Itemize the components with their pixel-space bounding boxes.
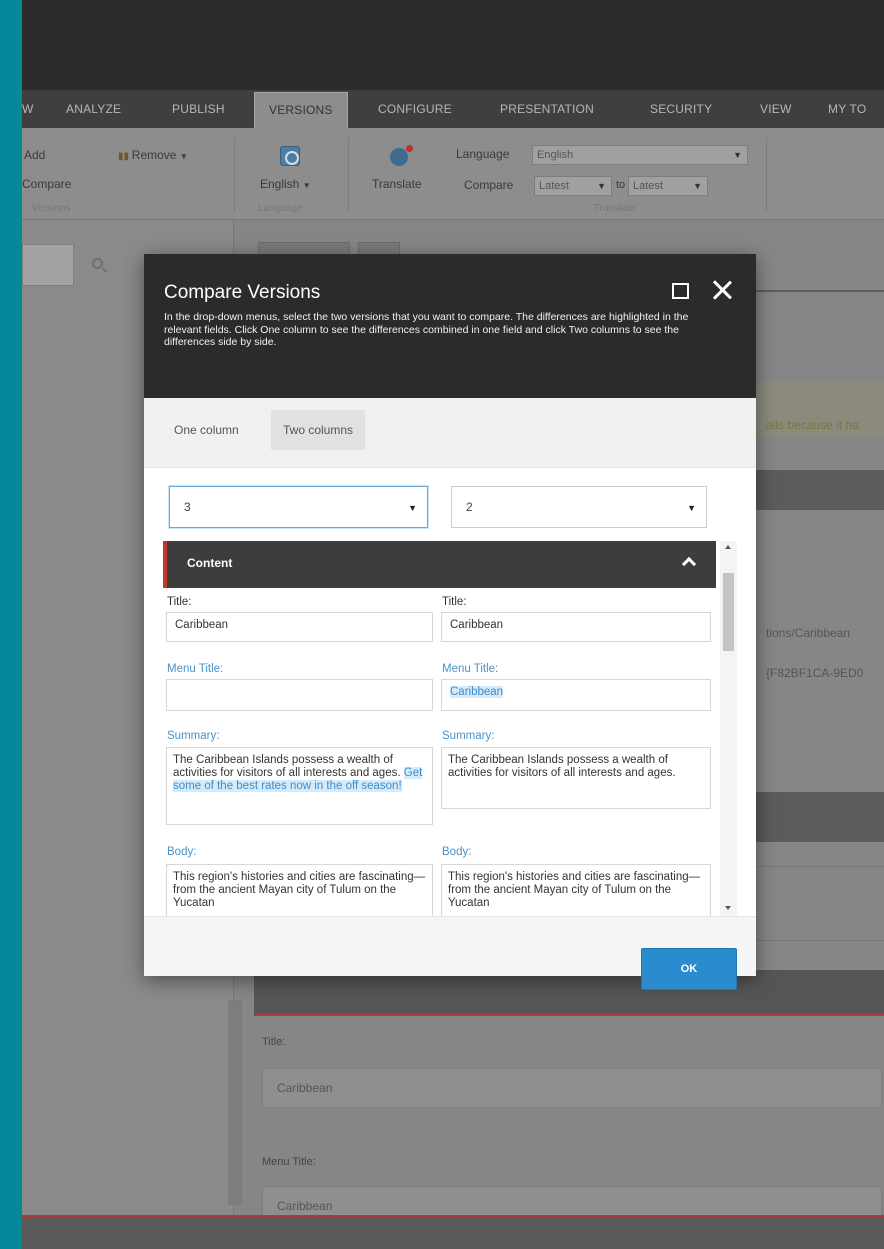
search-icon[interactable] [92, 258, 103, 269]
dialog-header: Compare Versions In the drop-down menus,… [144, 254, 756, 398]
left-summary-text: The Caribbean Islands possess a wealth o… [173, 754, 401, 779]
section-title: Content [187, 556, 233, 570]
tab-analyze[interactable]: ANALYZE [66, 90, 121, 128]
compare-field-label: Compare [464, 178, 514, 192]
left-accent-bar [0, 0, 22, 1249]
left-summary-label: Summary: [167, 730, 220, 742]
tab-review[interactable]: W [22, 90, 34, 128]
left-title-field[interactable]: Caribbean [166, 612, 433, 642]
left-summary-field[interactable]: The Caribbean Islands possess a wealth o… [166, 747, 433, 825]
compare-versions-dialog: Compare Versions In the drop-down menus,… [144, 254, 756, 990]
bg-menu-title-label: Menu Title: [262, 1156, 316, 1168]
versions-group-caption: Versions [32, 203, 71, 214]
chevron-down-icon: ▼ [302, 181, 311, 190]
content-section-header[interactable]: Content [163, 541, 716, 588]
ribbon-tabs: W ANALYZE PUBLISH VERSIONS CONFIGURE PRE… [22, 90, 884, 128]
chevron-down-icon: ▼ [687, 503, 696, 513]
tab-configure[interactable]: CONFIGURE [378, 90, 452, 128]
tab-view[interactable]: VIEW [760, 90, 791, 128]
tab-two-columns[interactable]: Two columns [271, 410, 366, 450]
compare-from-select[interactable]: Latest ▼ [534, 176, 612, 196]
right-menu-title-label: Menu Title: [442, 663, 499, 675]
left-body-field[interactable]: This region's histories and cities are f… [166, 864, 433, 916]
item-id-text: {F82BF1CA-9ED0 [766, 666, 864, 680]
add-button[interactable]: Add [24, 148, 45, 162]
dialog-title: Compare Versions [164, 282, 321, 303]
dialog-description: In the drop-down menus, select the two v… [164, 311, 689, 348]
ok-button[interactable]: OK [641, 948, 737, 990]
tab-versions[interactable]: VERSIONS [254, 92, 348, 128]
left-body-label: Body: [167, 846, 197, 858]
translate-icon [390, 145, 413, 166]
left-version-select[interactable]: 3 ▼ [169, 486, 428, 528]
ribbon-separator [348, 138, 349, 212]
close-icon[interactable] [710, 278, 734, 302]
translate-group-caption: Translate [594, 203, 636, 214]
right-title-field[interactable]: Caribbean [441, 612, 711, 642]
right-title-label: Title: [442, 596, 467, 608]
ribbon-separator [234, 138, 235, 212]
bg-title-field[interactable]: Caribbean [262, 1068, 882, 1108]
chevron-down-icon: ▼ [597, 181, 606, 191]
tab-publish[interactable]: PUBLISH [172, 90, 225, 128]
tab-my-toolbar[interactable]: MY TO [828, 90, 866, 128]
tab-one-column[interactable]: One column [162, 410, 251, 450]
top-bar [22, 0, 884, 90]
tree-search-input[interactable] [22, 244, 74, 286]
comparison-fields: Title: Caribbean Menu Title: Summary: Th… [163, 588, 719, 916]
tab-security[interactable]: SECURITY [650, 90, 712, 128]
compare-button[interactable]: Compare [22, 177, 71, 191]
language-dropdown[interactable]: English ▼ [260, 177, 311, 191]
tab-presentation[interactable]: PRESENTATION [500, 90, 594, 128]
chevron-down-icon: ▼ [179, 152, 188, 161]
language-select[interactable]: English ▼ [532, 145, 748, 165]
ribbon-separator [766, 138, 767, 212]
item-path-text: tions/Caribbean [766, 626, 851, 640]
scroll-down-arrow-icon[interactable] [725, 906, 731, 910]
right-body-label: Body: [442, 846, 472, 858]
status-bar [22, 1218, 884, 1249]
view-mode-tabs: One column Two columns [144, 398, 756, 468]
ribbon: Add Compare Versions ▮▮ Remove ▼ English… [22, 128, 884, 220]
right-summary-field[interactable]: The Caribbean Islands possess a wealth o… [441, 747, 711, 809]
right-body-field[interactable]: This region's histories and cities are f… [441, 864, 711, 916]
right-menu-title-field[interactable]: Caribbean [441, 679, 711, 711]
chevron-down-icon: ▼ [408, 503, 417, 513]
translate-button[interactable]: Translate [372, 177, 422, 191]
remove-button[interactable]: ▮▮ Remove ▼ [118, 148, 188, 162]
right-version-select[interactable]: 2 ▼ [451, 486, 707, 528]
dialog-scrollbar[interactable] [720, 541, 737, 916]
language-globe-icon [280, 146, 300, 166]
editor-scrollbar[interactable] [228, 1000, 242, 1205]
bg-title-label: Title: [262, 1036, 286, 1048]
to-label: to [616, 179, 626, 191]
chevron-down-icon: ▼ [693, 181, 702, 191]
remove-icon: ▮▮ [118, 151, 132, 162]
compare-to-select[interactable]: Latest ▼ [628, 176, 708, 196]
menu-title-added-text: Caribbean [450, 686, 504, 698]
warning-text: ails because it ha [766, 418, 859, 432]
left-menu-title-field[interactable] [166, 679, 433, 711]
language-group-caption: Language [258, 203, 303, 214]
maximize-icon[interactable] [672, 283, 689, 299]
left-title-label: Title: [167, 596, 192, 608]
chevron-down-icon: ▼ [733, 150, 742, 160]
left-menu-title-label: Menu Title: [167, 663, 224, 675]
section-bar [254, 970, 884, 1016]
scrollbar-thumb[interactable] [723, 573, 734, 651]
right-summary-label: Summary: [442, 730, 495, 742]
chevron-up-icon[interactable] [681, 556, 697, 572]
language-field-label: Language [456, 147, 510, 161]
scroll-up-arrow-icon[interactable] [725, 545, 731, 549]
